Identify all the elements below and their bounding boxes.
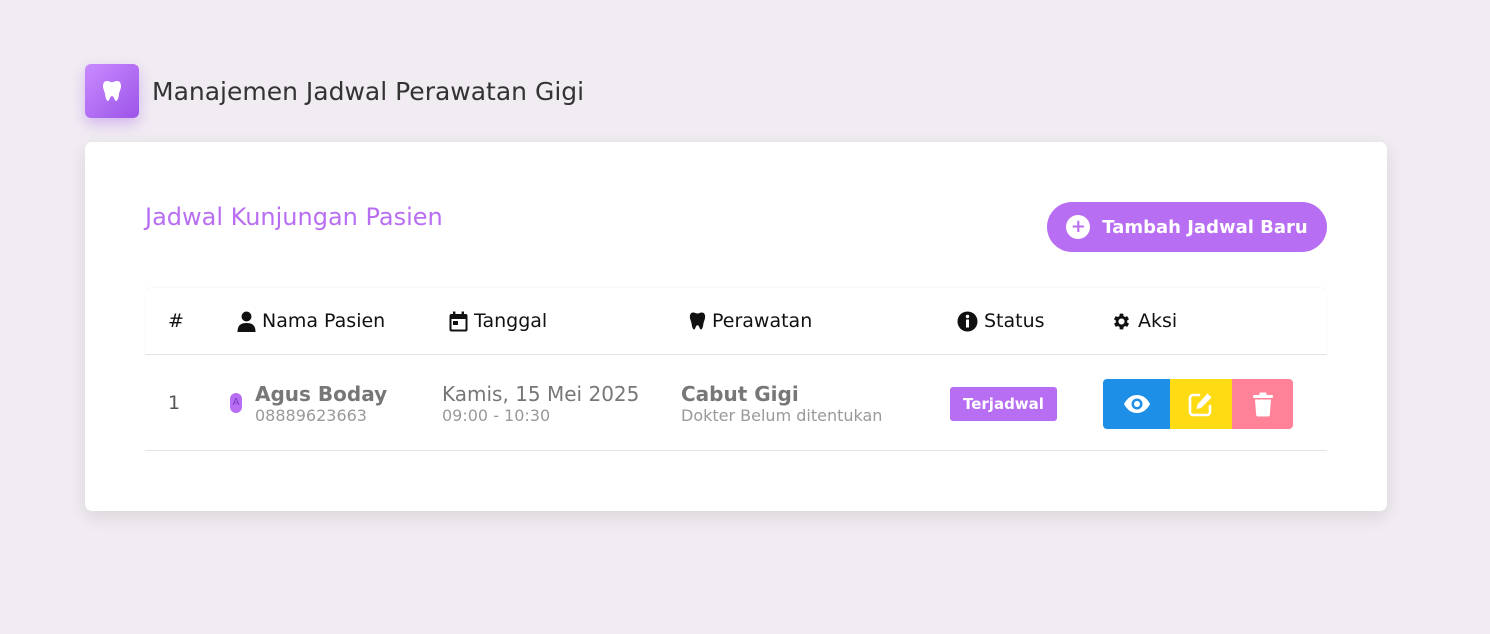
column-header-number: # bbox=[168, 310, 184, 332]
gear-icon bbox=[1113, 313, 1130, 329]
appointment-time: 09:00 - 10:30 bbox=[442, 406, 551, 425]
plus-circle-icon: + bbox=[1066, 215, 1091, 239]
calendar-icon bbox=[449, 311, 468, 331]
trash-icon bbox=[1252, 392, 1273, 417]
table-row: 1 A Agus Boday 08889623663 Kamis, 15 Mei… bbox=[145, 355, 1327, 451]
eye-icon bbox=[1123, 395, 1150, 413]
page-title: Manajemen Jadwal Perawatan Gigi bbox=[152, 76, 585, 106]
info-circle-icon bbox=[957, 311, 978, 331]
column-header-treatment: Perawatan bbox=[689, 310, 812, 332]
edit-icon bbox=[1188, 393, 1212, 417]
status-badge: Terjadwal bbox=[950, 387, 1057, 421]
user-icon bbox=[237, 311, 256, 332]
add-schedule-button[interactable]: + Tambah Jadwal Baru bbox=[1047, 202, 1327, 252]
schedule-table: # Nama Pasien Tanggal Perawatan Status A… bbox=[145, 288, 1327, 451]
schedule-card: Jadwal Kunjungan Pasien + Tambah Jadwal … bbox=[85, 142, 1387, 511]
tooth-icon bbox=[689, 312, 706, 330]
delete-button[interactable] bbox=[1232, 379, 1293, 429]
appointment-date: Kamis, 15 Mei 2025 bbox=[442, 382, 640, 406]
avatar: A bbox=[230, 393, 242, 413]
column-header-status: Status bbox=[957, 310, 1045, 332]
table-header: # Nama Pasien Tanggal Perawatan Status A… bbox=[145, 288, 1327, 355]
view-button[interactable] bbox=[1103, 379, 1170, 429]
card-title: Jadwal Kunjungan Pasien bbox=[145, 203, 443, 231]
patient-name: Agus Boday bbox=[255, 382, 388, 406]
logo bbox=[85, 64, 139, 118]
column-header-date: Tanggal bbox=[449, 310, 547, 332]
treatment-name: Cabut Gigi bbox=[681, 382, 799, 406]
column-header-patient: Nama Pasien bbox=[237, 310, 385, 332]
row-actions bbox=[1103, 379, 1293, 429]
doctor-name: Dokter Belum ditentukan bbox=[681, 406, 883, 425]
tooth-icon bbox=[103, 81, 121, 101]
add-schedule-label: Tambah Jadwal Baru bbox=[1102, 216, 1308, 238]
page-header: Manajemen Jadwal Perawatan Gigi bbox=[85, 64, 584, 118]
edit-button[interactable] bbox=[1170, 379, 1232, 429]
patient-phone: 08889623663 bbox=[255, 406, 367, 425]
column-header-actions: Aksi bbox=[1111, 310, 1177, 332]
row-number: 1 bbox=[168, 392, 181, 414]
